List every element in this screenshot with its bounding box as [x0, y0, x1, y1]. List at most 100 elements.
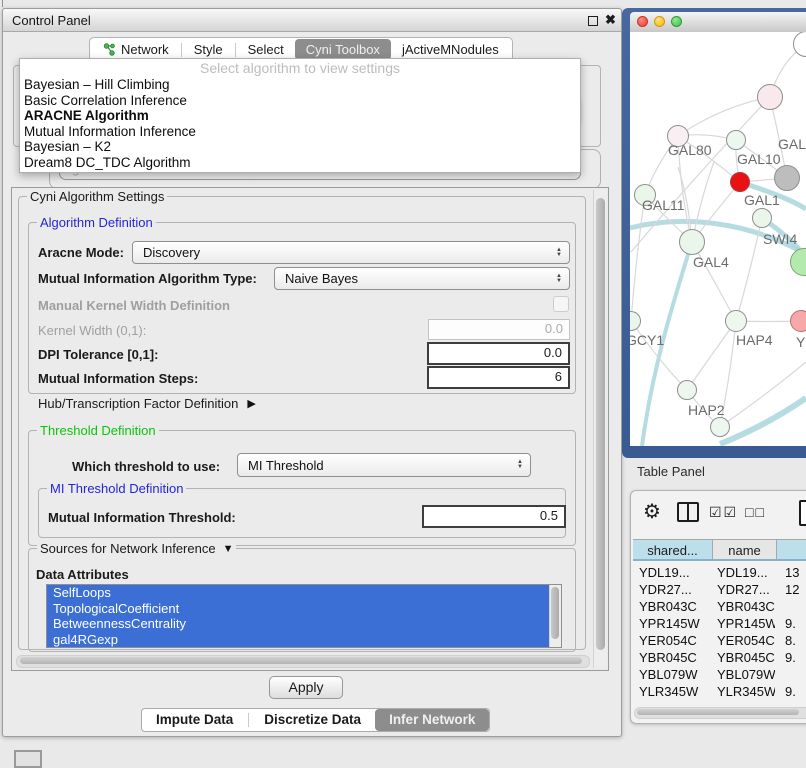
- settings-vertical-scrollbar-thumb[interactable]: [596, 198, 605, 650]
- dropdown-item-selected[interactable]: ARACNE Algorithm: [20, 108, 580, 124]
- table-cell[interactable]: YER054C: [717, 632, 775, 649]
- table-cell[interactable]: YIL052C: [717, 700, 775, 704]
- table-row[interactable]: YBR045C YBR045C 9.: [633, 649, 806, 666]
- table-horizontal-scrollbar[interactable]: [634, 707, 806, 719]
- network-node[interactable]: [677, 380, 697, 400]
- table-cell[interactable]: YLR345W: [639, 683, 713, 700]
- minimize-traffic-light-icon[interactable]: [654, 16, 665, 27]
- table-cell[interactable]: 13: [785, 564, 806, 581]
- table-cell[interactable]: 8.: [785, 632, 806, 649]
- table-horizontal-scrollbar-thumb[interactable]: [637, 709, 799, 715]
- select-all-checkboxes-icon[interactable]: ☑☑: [709, 504, 738, 521]
- gear-icon[interactable]: ⚙: [643, 499, 661, 524]
- close-traffic-light-icon[interactable]: [637, 16, 648, 27]
- network-node[interactable]: [710, 417, 730, 437]
- network-node[interactable]: [725, 310, 747, 332]
- table-cell[interactable]: 9.: [785, 700, 806, 704]
- manual-kernel-checkbox[interactable]: [553, 296, 569, 312]
- tab-style[interactable]: Style: [183, 39, 234, 60]
- table-cell[interactable]: 9.: [785, 683, 806, 700]
- network-canvas[interactable]: GAL GAL80 GAL10 GAL1 GAL11 SWI4 GAL4 GCY…: [630, 32, 806, 446]
- network-node[interactable]: [679, 229, 705, 255]
- table-cell[interactable]: 9.: [785, 649, 806, 666]
- table-row[interactable]: YDL19... YDL19... 13: [633, 564, 806, 581]
- data-attributes-list[interactable]: SelfLoops TopologicalCoefficient Between…: [46, 584, 562, 648]
- network-window-titlebar[interactable]: [630, 12, 806, 33]
- table-cell[interactable]: YDL19...: [717, 564, 775, 581]
- network-node[interactable]: [752, 208, 772, 228]
- list-item[interactable]: gal4RGexp: [47, 632, 561, 648]
- table-cell[interactable]: YBR043C: [717, 598, 775, 615]
- table-cell[interactable]: [785, 666, 806, 683]
- column-header-partial[interactable]: [777, 539, 806, 561]
- dropdown-item[interactable]: Dream8 DC_TDC Algorithm: [20, 155, 580, 171]
- settings-horizontal-scrollbar[interactable]: [16, 655, 590, 668]
- network-node[interactable]: [790, 310, 806, 332]
- network-node[interactable]: [757, 84, 783, 110]
- network-node[interactable]: [726, 130, 746, 150]
- dropdown-item[interactable]: Basic Correlation Inference: [20, 93, 580, 109]
- kernel-width-field[interactable]: 0.0: [428, 319, 570, 340]
- function-builder-icon[interactable]: [799, 500, 806, 526]
- table-cell[interactable]: YIL052C: [639, 700, 713, 704]
- table-cell[interactable]: YBL079W: [639, 666, 713, 683]
- tab-cyni-toolbox[interactable]: Cyni Toolbox: [295, 39, 391, 60]
- list-scrollbar-thumb[interactable]: [551, 587, 559, 639]
- dropdown-item[interactable]: Bayesian – K2: [20, 139, 580, 155]
- table-row[interactable]: YBR043C YBR043C: [633, 598, 806, 615]
- table-row[interactable]: YBL079W YBL079W: [633, 666, 806, 683]
- list-item[interactable]: TopologicalCoefficient: [47, 601, 561, 617]
- apply-button[interactable]: Apply: [269, 676, 343, 699]
- table-cell[interactable]: YDR27...: [717, 581, 775, 598]
- table-cell[interactable]: YDR27...: [639, 581, 713, 598]
- tab-network[interactable]: Network: [92, 39, 180, 60]
- table-cell[interactable]: YER054C: [639, 632, 713, 649]
- which-threshold-combo[interactable]: MI Threshold ▲▼: [237, 453, 531, 477]
- mi-algorithm-type-combo[interactable]: Naive Bayes ▲▼: [274, 267, 570, 290]
- dropdown-item[interactable]: Mutual Information Inference: [20, 124, 580, 140]
- settings-vertical-scrollbar[interactable]: [593, 190, 606, 668]
- float-window-icon[interactable]: [588, 16, 598, 26]
- table-cell[interactable]: YBL079W: [717, 666, 775, 683]
- network-node[interactable]: [774, 165, 800, 191]
- control-panel-titlebar[interactable]: Control Panel ✖: [3, 9, 621, 32]
- dpi-tolerance-field[interactable]: 0.0: [427, 342, 570, 365]
- table-cell[interactable]: YBR045C: [639, 649, 713, 666]
- tab-jactivemnodules[interactable]: jActiveMNodules: [391, 39, 510, 60]
- table-cell[interactable]: YPR145W: [717, 615, 775, 632]
- mi-threshold-field[interactable]: 0.5: [422, 505, 566, 528]
- list-scrollbar[interactable]: [549, 585, 561, 647]
- table-cell[interactable]: 9.: [785, 615, 806, 632]
- list-item[interactable]: SelfLoops: [47, 585, 561, 601]
- tab-impute-data[interactable]: Impute Data: [142, 709, 247, 731]
- dropdown-item[interactable]: Bayesian – Hill Climbing: [20, 77, 580, 93]
- tab-discretize-data[interactable]: Discretize Data: [250, 709, 375, 731]
- table-cell[interactable]: YBR045C: [717, 649, 775, 666]
- table-cell[interactable]: 12: [785, 581, 806, 598]
- aracne-mode-combo[interactable]: Discovery ▲▼: [132, 241, 570, 264]
- settings-horizontal-scrollbar-thumb[interactable]: [20, 657, 582, 664]
- sources-toggle[interactable]: Sources for Network Inference ▼: [37, 541, 236, 556]
- table-row[interactable]: YPR145W YPR145W 9.: [633, 615, 806, 632]
- mi-steps-field[interactable]: 6: [427, 366, 570, 389]
- close-icon[interactable]: ✖: [605, 12, 616, 28]
- table-cell[interactable]: [785, 598, 806, 615]
- column-header-name[interactable]: name: [713, 539, 777, 561]
- network-node[interactable]: [730, 172, 750, 192]
- table-cell[interactable]: YPR145W: [639, 615, 713, 632]
- table-row[interactable]: YIL052C YIL052C 9.: [633, 700, 806, 704]
- table-cell[interactable]: YLR345W: [717, 683, 775, 700]
- table-row[interactable]: YER054C YER054C 8.: [633, 632, 806, 649]
- zoom-traffic-light-icon[interactable]: [671, 16, 682, 27]
- table-row[interactable]: YDR27... YDR27... 12: [633, 581, 806, 598]
- table-row[interactable]: YLR345W YLR345W 9.: [633, 683, 806, 700]
- minimized-panel-icon[interactable]: [14, 750, 42, 768]
- column-header-shared-name[interactable]: shared...: [633, 539, 713, 561]
- list-item[interactable]: BetweennessCentrality: [47, 616, 561, 632]
- table-cell[interactable]: YBR043C: [639, 598, 713, 615]
- table-cell[interactable]: YDL19...: [639, 564, 713, 581]
- tab-select[interactable]: Select: [237, 39, 295, 60]
- tab-infer-network[interactable]: Infer Network: [375, 709, 489, 731]
- deselect-all-checkboxes-icon[interactable]: □□: [745, 504, 766, 520]
- hub-definition-toggle[interactable]: Hub/Transcription Factor Definition ▶: [38, 396, 256, 411]
